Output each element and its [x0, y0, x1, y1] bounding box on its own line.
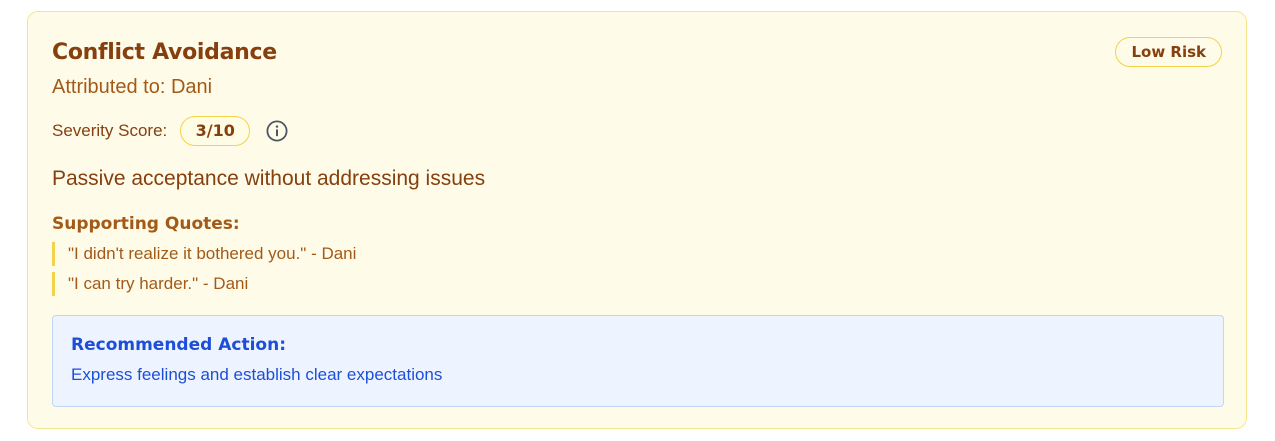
recommended-action-text: Express feelings and establish clear exp…	[71, 365, 443, 384]
behavior-card: Conflict Avoidance Attributed to: Dani L…	[27, 11, 1247, 429]
supporting-quotes-heading: Supporting Quotes:	[52, 214, 240, 234]
info-circle-icon[interactable]	[266, 120, 288, 142]
behavior-description: Passive acceptance without addressing is…	[52, 167, 486, 190]
quote-item: "I can try harder." - Dani	[52, 272, 356, 296]
card-title: Conflict Avoidance	[52, 40, 277, 65]
attributed-to: Attributed to: Dani	[52, 76, 213, 98]
recommended-action-heading: Recommended Action:	[71, 335, 286, 355]
supporting-quotes-list: "I didn't realize it bothered you." - Da…	[52, 242, 356, 302]
severity-score-badge: 3/10	[180, 116, 251, 146]
quote-item: "I didn't realize it bothered you." - Da…	[52, 242, 356, 266]
severity-label: Severity Score:	[52, 121, 168, 140]
risk-badge: Low Risk	[1115, 37, 1222, 67]
recommended-action-box: Recommended Action: Express feelings and…	[52, 315, 1224, 407]
severity-row: Severity Score: 3/10	[52, 115, 288, 147]
